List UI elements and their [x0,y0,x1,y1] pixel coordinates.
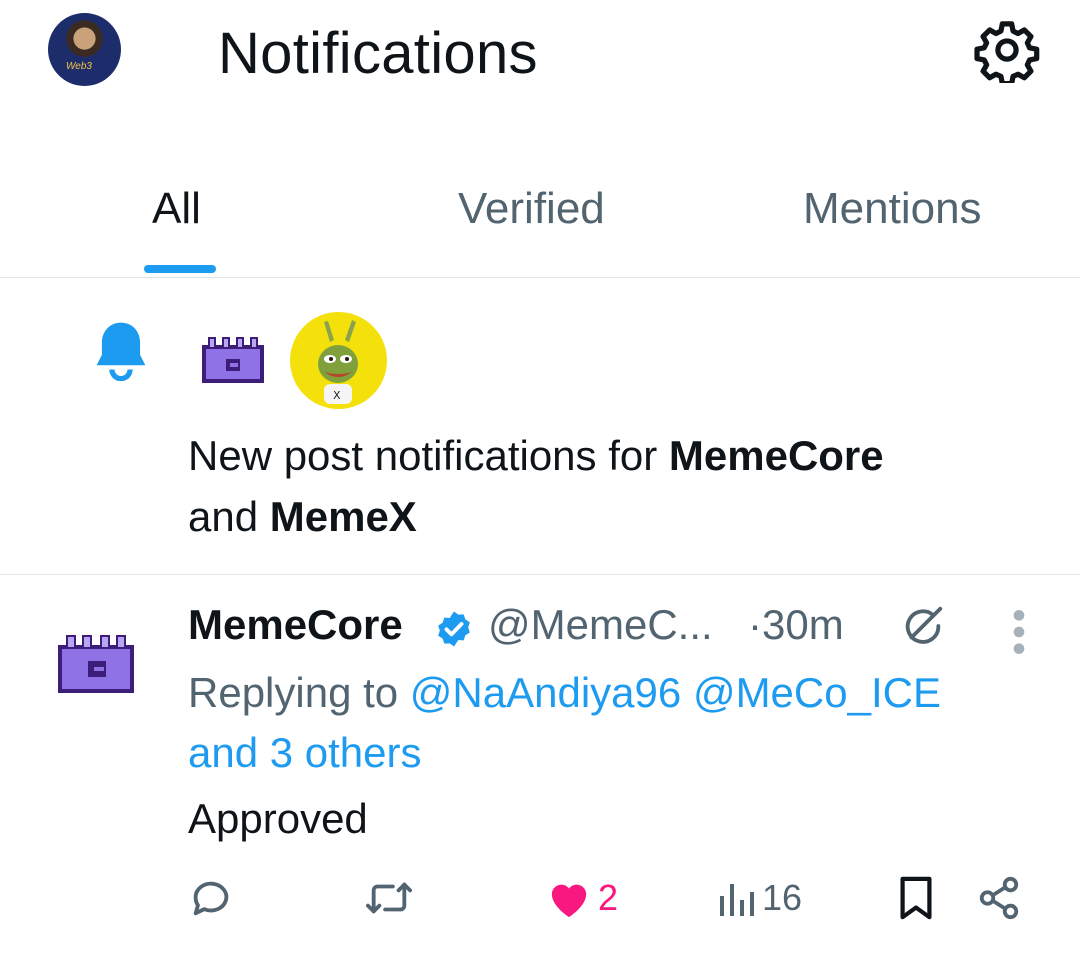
views-icon [720,884,754,916]
post-actions: 2 16 [0,870,1080,930]
repost-button[interactable] [364,870,414,926]
avatar-tag: Web3 [66,61,92,72]
mention-naandiya96[interactable]: @NaAndiya96 [410,669,681,716]
active-tab-indicator [144,265,216,273]
memex-avatar[interactable]: X [290,312,387,409]
repost-icon [365,882,412,914]
notification-item[interactable]: X New post notifications for MemeCore an… [0,277,1080,575]
bookmark-button[interactable] [896,870,936,926]
tab-verified[interactable]: Verified [458,184,605,234]
post-text: Approved [188,795,368,842]
notification-joiner: and [188,493,270,540]
memecore-avatar[interactable] [200,335,266,385]
post-timestamp[interactable]: ·30m [748,601,844,649]
share-icon [979,876,1019,920]
replying-prefix: Replying to [188,669,410,716]
tab-mentions[interactable]: Mentions [803,184,982,234]
svg-text:X: X [333,389,341,402]
mention-meco-ice[interactable]: @MeCo_ICE [693,669,941,716]
like-button[interactable]: 2 [546,870,618,926]
notification-text: New post notifications for MemeCore and … [188,425,1048,547]
post-author-avatar[interactable] [56,633,136,695]
views-button[interactable]: 16 [716,870,802,926]
post-item[interactable]: MemeCore @MemeC... ·30m Replying to @NaA… [0,575,1080,956]
notification-account-memex[interactable]: MemeX [270,493,417,540]
header: Web3 Notifications [0,0,1080,110]
bookmark-icon [900,876,932,920]
notification-account-memecore[interactable]: MemeCore [669,432,884,479]
like-count: 2 [598,877,619,918]
heart-icon [551,884,587,918]
notification-prefix: New post notifications for [188,432,669,479]
gear-icon[interactable] [974,17,1040,83]
verified-badge-icon [438,611,470,647]
replying-to: Replying to @NaAndiya96 @MeCo_ICE and 3 … [188,663,1038,783]
more-vertical-icon[interactable] [1004,607,1034,657]
grok-icon[interactable] [900,603,946,649]
post-author-name[interactable]: MemeCore [188,601,403,649]
tab-bar: All Verified Mentions [0,160,1080,278]
view-count: 16 [762,877,803,918]
mention-others[interactable]: and 3 others [188,729,422,776]
reply-icon [193,881,229,916]
post-header: MemeCore @MemeC... ·30m [188,597,968,657]
post-author-handle[interactable]: @MemeC... [488,601,713,649]
tab-all[interactable]: All [152,184,201,234]
page-title: Notifications [218,21,538,86]
profile-avatar[interactable]: Web3 [48,13,121,86]
bell-icon [96,322,146,381]
reply-button[interactable] [188,870,234,926]
share-button[interactable] [976,870,1022,926]
